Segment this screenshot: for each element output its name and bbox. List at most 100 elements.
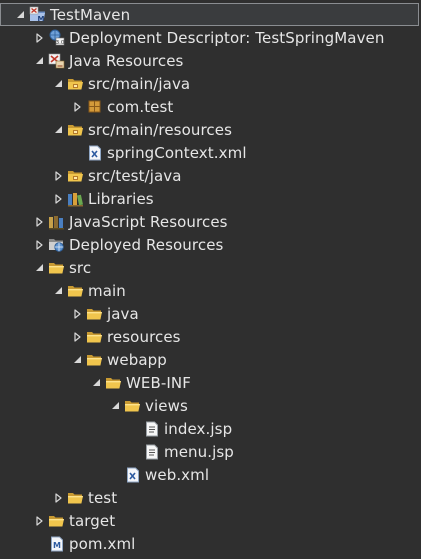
tree-item-label: WEB-INF bbox=[126, 373, 191, 392]
collapsed-twisty-icon[interactable] bbox=[32, 210, 46, 233]
tree-item-webapp[interactable]: webapp bbox=[0, 348, 419, 371]
collapse-arrow-icon bbox=[35, 32, 43, 43]
tree-item-label: index.jsp bbox=[164, 419, 233, 438]
collapse-arrow-icon bbox=[35, 515, 43, 526]
expand-arrow-icon bbox=[92, 379, 100, 386]
tree-item-label: java bbox=[107, 304, 139, 323]
tree-item-index-jsp[interactable]: index.jsp bbox=[0, 417, 419, 440]
java-resources-icon bbox=[48, 52, 65, 69]
tree-item-label: src/main/java bbox=[88, 74, 191, 93]
tree-item-libraries[interactable]: Libraries bbox=[0, 187, 419, 210]
collapse-arrow-icon bbox=[54, 193, 62, 204]
maven-pom-icon: M bbox=[48, 535, 65, 552]
source-folder-icon bbox=[67, 121, 84, 138]
collapsed-twisty-icon[interactable] bbox=[70, 302, 84, 325]
tree-item-label: target bbox=[69, 511, 116, 530]
tree-item-target[interactable]: target bbox=[0, 509, 419, 532]
tree-item-label: Libraries bbox=[88, 189, 154, 208]
folder-icon bbox=[48, 259, 65, 276]
collapsed-twisty-icon[interactable] bbox=[70, 95, 84, 118]
svg-text:3.0: 3.0 bbox=[56, 40, 65, 46]
libraries-icon bbox=[67, 190, 84, 207]
no-twisty bbox=[127, 440, 141, 463]
folder-icon bbox=[48, 512, 65, 529]
no-twisty bbox=[32, 532, 46, 555]
expand-arrow-icon bbox=[16, 11, 24, 18]
tree-item-label: TestMaven bbox=[50, 5, 131, 24]
tree-item-label: test bbox=[88, 488, 118, 507]
tree-item-java[interactable]: java bbox=[0, 302, 419, 325]
svg-text:M: M bbox=[53, 541, 61, 550]
tree-item-views[interactable]: views bbox=[0, 394, 419, 417]
maven-project-icon: M bbox=[29, 6, 46, 23]
expand-arrow-icon bbox=[54, 287, 62, 294]
tree-item-label: resources bbox=[107, 327, 181, 346]
tree-item-label: com.test bbox=[107, 97, 174, 116]
collapsed-twisty-icon[interactable] bbox=[32, 26, 46, 49]
collapse-arrow-icon bbox=[73, 101, 81, 112]
collapse-arrow-icon bbox=[54, 170, 62, 181]
tree-item-main[interactable]: main bbox=[0, 279, 419, 302]
collapsed-twisty-icon[interactable] bbox=[51, 486, 65, 509]
tree-item-src[interactable]: src bbox=[0, 256, 419, 279]
expanded-twisty-icon[interactable] bbox=[108, 394, 122, 417]
expanded-twisty-icon[interactable] bbox=[13, 3, 27, 26]
source-folder-icon bbox=[67, 75, 84, 92]
tree-item-web-xml[interactable]: web.xml bbox=[0, 463, 419, 486]
tree-item-com-test[interactable]: com.test bbox=[0, 95, 419, 118]
jsp-file-icon bbox=[143, 420, 160, 437]
tree-item-testmaven[interactable]: M TestMaven bbox=[0, 3, 419, 26]
expanded-twisty-icon[interactable] bbox=[32, 256, 46, 279]
collapsed-twisty-icon[interactable] bbox=[32, 233, 46, 256]
expand-arrow-icon bbox=[111, 402, 119, 409]
tree-item-label: pom.xml bbox=[69, 534, 136, 553]
folder-icon bbox=[105, 374, 122, 391]
folder-icon bbox=[124, 397, 141, 414]
tree-item-menu-jsp[interactable]: menu.jsp bbox=[0, 440, 419, 463]
collapsed-twisty-icon[interactable] bbox=[51, 164, 65, 187]
expanded-twisty-icon[interactable] bbox=[51, 118, 65, 141]
expand-arrow-icon bbox=[73, 356, 81, 363]
javascript-resources-icon bbox=[48, 213, 65, 230]
tree-item-label: Deployed Resources bbox=[69, 235, 224, 254]
collapse-arrow-icon bbox=[73, 331, 81, 342]
expanded-twisty-icon[interactable] bbox=[51, 279, 65, 302]
expanded-twisty-icon[interactable] bbox=[32, 49, 46, 72]
tree-item-deployed-resources[interactable]: Deployed Resources bbox=[0, 233, 419, 256]
tree-item-java-resources[interactable]: Java Resources bbox=[0, 49, 419, 72]
expanded-twisty-icon[interactable] bbox=[89, 371, 103, 394]
folder-icon bbox=[86, 328, 103, 345]
tree-item-deployment-descriptor-testspringmaven[interactable]: 3.0 Deployment Descriptor: TestSpringMave… bbox=[0, 26, 419, 49]
tree-item-springcontext-xml[interactable]: springContext.xml bbox=[0, 141, 419, 164]
xml-file-icon bbox=[86, 144, 103, 161]
expand-arrow-icon bbox=[35, 264, 43, 271]
collapsed-twisty-icon[interactable] bbox=[51, 187, 65, 210]
folder-icon bbox=[67, 282, 84, 299]
tree-item-label: src bbox=[69, 258, 92, 277]
collapsed-twisty-icon[interactable] bbox=[70, 325, 84, 348]
tree-item-label: Deployment Descriptor: TestSpringMaven bbox=[69, 28, 385, 47]
folder-icon bbox=[67, 489, 84, 506]
tree-item-src-test-java[interactable]: src/test/java bbox=[0, 164, 419, 187]
tree-item-resources[interactable]: resources bbox=[0, 325, 419, 348]
svg-text:M: M bbox=[38, 15, 45, 23]
folder-icon bbox=[86, 305, 103, 322]
tree-item-src-main-java[interactable]: src/main/java bbox=[0, 72, 419, 95]
expanded-twisty-icon[interactable] bbox=[70, 348, 84, 371]
tree-item-javascript-resources[interactable]: JavaScript Resources bbox=[0, 210, 419, 233]
xml-file-icon bbox=[124, 466, 141, 483]
tree-item-label: main bbox=[88, 281, 126, 300]
expanded-twisty-icon[interactable] bbox=[51, 72, 65, 95]
tree-item-web-inf[interactable]: WEB-INF bbox=[0, 371, 419, 394]
tree-item-pom-xml[interactable]: Mpom.xml bbox=[0, 532, 419, 555]
tree-item-src-main-resources[interactable]: src/main/resources bbox=[0, 118, 419, 141]
tree-item-label: src/test/java bbox=[88, 166, 182, 185]
collapse-arrow-icon bbox=[35, 216, 43, 227]
tree-item-test[interactable]: test bbox=[0, 486, 419, 509]
expand-arrow-icon bbox=[35, 57, 43, 64]
collapsed-twisty-icon[interactable] bbox=[32, 509, 46, 532]
collapse-arrow-icon bbox=[54, 492, 62, 503]
collapse-arrow-icon bbox=[35, 239, 43, 250]
no-twisty bbox=[70, 141, 84, 164]
tree-item-label: web.xml bbox=[145, 465, 210, 484]
